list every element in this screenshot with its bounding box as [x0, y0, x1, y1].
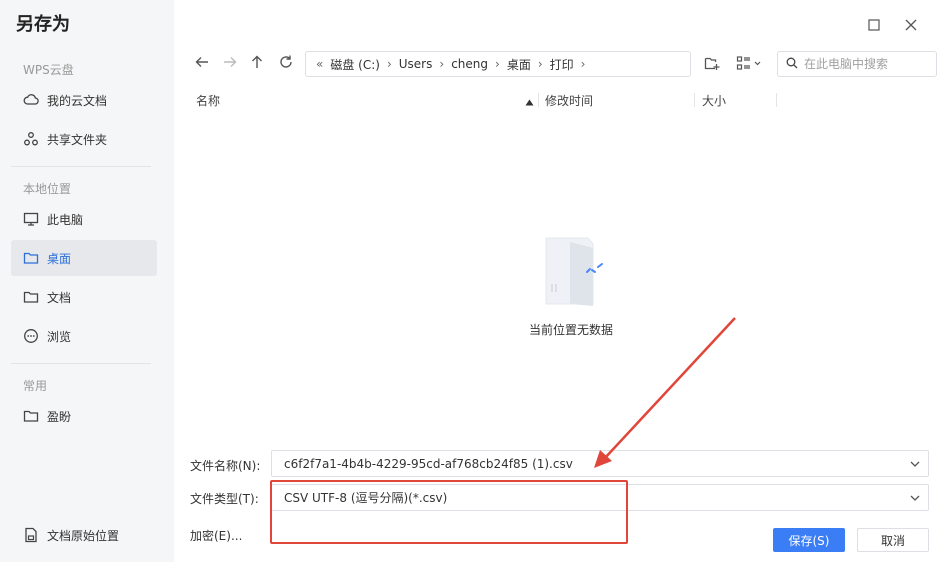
view-mode-button[interactable]	[734, 53, 766, 75]
column-header-modified[interactable]: 修改时间	[545, 92, 593, 109]
sidebar-item-shared-folder[interactable]: 共享文件夹	[11, 121, 157, 157]
more-icon	[23, 328, 39, 344]
filename-label: 文件名称(N):	[190, 459, 261, 473]
filename-value[interactable]: c6f2f7a1-4b4b-4229-95cd-af768cb24f85 (1)…	[284, 457, 902, 471]
breadcrumb[interactable]: « 磁盘 (C:) › Users › cheng › 桌面 › 打印 ›	[305, 51, 691, 77]
maximize-button[interactable]	[864, 16, 884, 36]
section-label-wps-cloud: WPS云盘	[23, 63, 74, 77]
chevron-right-icon: ›	[495, 57, 500, 71]
sidebar-item-original-location[interactable]: 文档原始位置	[11, 517, 157, 553]
folder-icon	[23, 250, 39, 266]
chevron-right-icon: ›	[537, 57, 543, 71]
breadcrumb-item-users[interactable]: Users	[399, 57, 433, 71]
save-button[interactable]: 保存(S)	[773, 528, 845, 552]
sort-ascending-icon	[525, 95, 534, 109]
sidebar-item-label: 桌面	[47, 251, 72, 266]
sidebar-item-this-pc[interactable]: 此电脑	[11, 201, 157, 237]
sidebar-item-my-cloud-docs[interactable]: 我的云文档	[11, 82, 157, 118]
sidebar-item-label: 盈盼	[47, 409, 72, 424]
close-icon	[905, 19, 917, 34]
sidebar-item-documents[interactable]: 文档	[11, 279, 157, 315]
view-mode-icon	[736, 55, 764, 74]
sidebar-item-label: 我的云文档	[47, 93, 108, 108]
cloud-icon	[23, 92, 39, 108]
section-label-common: 常用	[23, 379, 48, 393]
section-label-local: 本地位置	[23, 182, 72, 196]
close-button[interactable]	[901, 16, 921, 36]
sidebar-item-label: 文档原始位置	[47, 528, 120, 543]
filetype-label: 文件类型(T):	[190, 492, 259, 506]
sidebar-item-label: 文档	[47, 290, 72, 305]
back-button[interactable]	[191, 53, 213, 75]
folder-icon	[23, 289, 39, 305]
sidebar-item-browse[interactable]: 浏览	[11, 318, 157, 354]
folder-icon	[23, 408, 39, 424]
column-divider	[538, 93, 539, 107]
maximize-icon	[868, 18, 880, 34]
encrypt-link[interactable]: 加密(E)...	[190, 527, 242, 544]
refresh-button[interactable]	[275, 53, 297, 75]
chevron-down-icon[interactable]	[902, 461, 928, 467]
sidebar-item-yingpan[interactable]: 盈盼	[11, 398, 157, 434]
arrow-right-icon	[222, 54, 238, 74]
chevron-right-icon: ›	[580, 57, 586, 71]
new-folder-icon	[704, 55, 720, 74]
sidebar-divider	[11, 363, 151, 364]
arrow-left-icon	[194, 54, 210, 74]
column-divider	[694, 93, 695, 107]
filename-field[interactable]: c6f2f7a1-4b4b-4229-95cd-af768cb24f85 (1)…	[271, 450, 929, 477]
dialog-title: 另存为	[16, 14, 70, 35]
search-box[interactable]	[777, 51, 937, 77]
search-icon	[786, 57, 798, 72]
share-icon	[23, 131, 39, 147]
breadcrumb-item-cheng[interactable]: cheng	[451, 57, 488, 71]
sidebar-divider	[11, 166, 151, 167]
chevron-right-icon: ›	[439, 57, 445, 71]
empty-folder-icon	[542, 236, 608, 308]
column-header-size[interactable]: 大小	[702, 92, 726, 109]
forward-button[interactable]	[219, 53, 241, 75]
filetype-select[interactable]: CSV UTF-8 (逗号分隔)(*.csv)	[271, 484, 929, 511]
arrow-up-icon	[249, 54, 265, 74]
new-folder-button[interactable]	[702, 53, 722, 75]
breadcrumb-overflow[interactable]: «	[316, 57, 323, 71]
filetype-value: CSV UTF-8 (逗号分隔)(*.csv)	[284, 491, 448, 505]
sidebar-item-label: 共享文件夹	[47, 132, 108, 147]
breadcrumb-item-print[interactable]: 打印	[550, 56, 574, 73]
up-button[interactable]	[246, 53, 268, 75]
chevron-right-icon: ›	[386, 57, 392, 71]
empty-state-text: 当前位置无数据	[528, 323, 613, 337]
sidebar-item-label: 浏览	[47, 329, 72, 344]
document-location-icon	[23, 527, 39, 543]
column-divider	[776, 93, 777, 107]
sidebar-item-desktop[interactable]: 桌面	[11, 240, 157, 276]
monitor-icon	[23, 211, 39, 227]
cancel-button[interactable]: 取消	[857, 528, 929, 552]
breadcrumb-item-drive[interactable]: 磁盘 (C:)	[330, 56, 380, 73]
chevron-down-icon[interactable]	[902, 495, 928, 501]
breadcrumb-item-desktop[interactable]: 桌面	[507, 56, 531, 73]
sidebar: 另存为 WPS云盘 我的云文档 共享文件夹 本地位置 此电脑 桌面 文档 浏览 …	[0, 0, 174, 562]
refresh-icon	[278, 54, 294, 74]
sidebar-item-label: 此电脑	[47, 212, 84, 227]
search-input[interactable]	[804, 57, 930, 71]
column-header-name[interactable]: 名称	[196, 92, 220, 109]
